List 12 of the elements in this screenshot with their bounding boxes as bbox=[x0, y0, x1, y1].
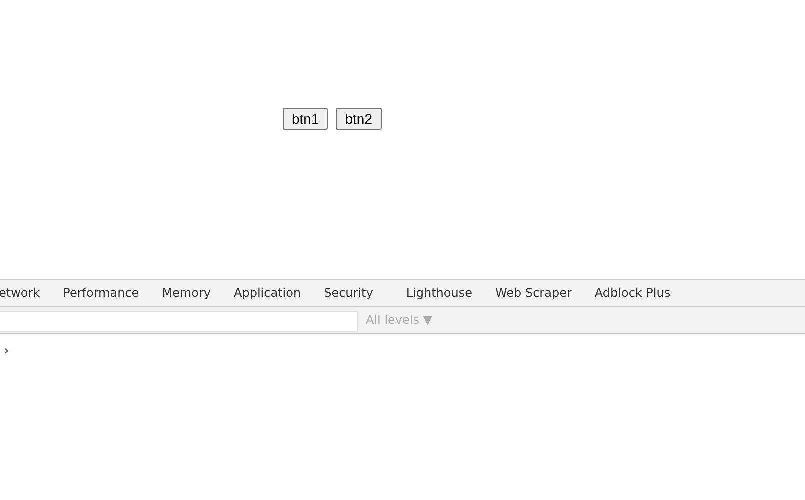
devtools-tab[interactable]: etwork bbox=[0, 280, 40, 306]
devtools-tab[interactable]: Application bbox=[234, 280, 302, 306]
devtools-tab[interactable]: Memory bbox=[162, 280, 211, 306]
page-button[interactable]: btn2 bbox=[336, 108, 382, 130]
page-button[interactable]: btn1 bbox=[283, 108, 328, 130]
devtools-tab[interactable]: Lighthouse bbox=[406, 280, 472, 306]
devtools-tab[interactable]: Performance bbox=[63, 280, 140, 306]
console-prompt: › bbox=[4, 344, 10, 359]
devtools-tab[interactable]: Web Scraper bbox=[495, 280, 572, 306]
filter-field[interactable] bbox=[0, 310, 358, 332]
devtools-tab[interactable]: Security bbox=[324, 280, 374, 306]
devtools-tab[interactable]: Adblock Plus bbox=[594, 280, 671, 306]
